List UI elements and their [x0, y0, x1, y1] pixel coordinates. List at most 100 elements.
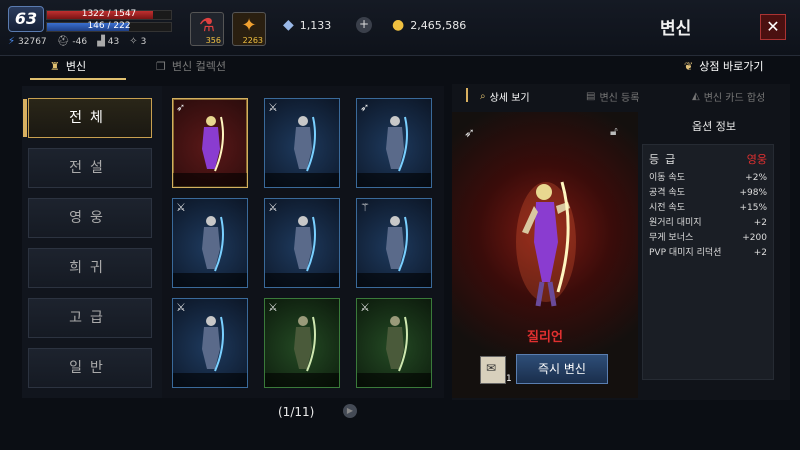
- option-label: PVP 대미지 리덕션: [649, 248, 722, 258]
- crystal-amount: 1,133: [299, 18, 332, 32]
- add-currency-button[interactable]: +: [356, 17, 372, 33]
- transform-card[interactable]: ⚔: [264, 98, 340, 188]
- category-legend[interactable]: 전설: [28, 148, 152, 188]
- tab-detail-view[interactable]: ⌕ 상세 보기: [466, 88, 530, 104]
- hp-bar: 1322 / 1547: [46, 9, 172, 20]
- scroll-icon: ✉: [486, 361, 497, 375]
- option-row: 시전 속도 +15%: [649, 201, 767, 216]
- sword-icon: ⚔: [176, 201, 186, 214]
- category-all[interactable]: 전체: [23, 98, 152, 138]
- close-button[interactable]: ✕: [760, 14, 786, 40]
- tab-collection[interactable]: ❐ 변신 컬렉션: [156, 58, 226, 74]
- option-label: 무게 보너스: [649, 233, 694, 243]
- sword-icon: ⚔: [360, 301, 370, 314]
- grade-label: 등급: [649, 153, 682, 166]
- category-hero[interactable]: 영웅: [28, 198, 152, 238]
- gold-amount: 2,465,586: [410, 18, 467, 32]
- hp-text: 1322 / 1547: [81, 9, 137, 19]
- tab-transform[interactable]: ♜ 변신: [29, 58, 127, 80]
- option-row: 이동 속도 +2%: [649, 171, 767, 186]
- category-list: 전체 전설 영웅 희귀 고급 일반: [22, 86, 162, 398]
- tab-row: ♜ 변신 ❐ 변신 컬렉션 ❦ 상점 바로가기: [0, 56, 800, 80]
- shop-shortcut-label: 상점 바로가기: [699, 60, 764, 73]
- option-label: 시전 속도: [649, 203, 685, 213]
- option-label: 원거리 대미지: [649, 218, 702, 228]
- transform-card[interactable]: ⚔: [172, 298, 248, 388]
- option-value: +2: [753, 218, 767, 228]
- tab-card-combine[interactable]: ◭ 변신 카드 합성: [692, 89, 765, 104]
- lock-icon[interactable]: 🔓︎: [610, 124, 618, 139]
- stats-row: ⚡ 32767 ⛑ -46 ▟ 43 ✧ 3: [8, 36, 146, 47]
- page-title: 변신: [660, 19, 692, 39]
- stat-power-value: 32767: [18, 36, 47, 47]
- transform-card[interactable]: ⚔: [356, 298, 432, 388]
- transform-card[interactable]: ⚔: [172, 198, 248, 288]
- boot-icon: ▟: [97, 36, 105, 47]
- stat-ac-value: -46: [72, 36, 88, 47]
- card-shade: [173, 273, 247, 287]
- option-row: 무게 보너스 +200: [649, 231, 767, 246]
- power-icon: ⚡: [8, 36, 16, 47]
- transform-card[interactable]: ➶: [172, 98, 248, 188]
- category-rare[interactable]: 희귀: [28, 248, 152, 288]
- mp-text: 146 / 222: [87, 21, 131, 31]
- card-shade: [357, 173, 431, 187]
- sword-icon: ⚔: [268, 301, 278, 314]
- tab-detail-view-label: 상세 보기: [489, 93, 530, 104]
- card-shade: [265, 273, 339, 287]
- card-shade: [357, 373, 431, 387]
- option-value: +98%: [739, 188, 767, 198]
- transform-card[interactable]: ⚔: [264, 198, 340, 288]
- tab-transform-register[interactable]: ▤ 변신 등록: [586, 89, 639, 104]
- transform-card[interactable]: ⚔: [264, 298, 340, 388]
- transform-card[interactable]: ⚚: [356, 198, 432, 288]
- character-figure: [202, 116, 224, 172]
- grade-row: 등급 영웅: [649, 149, 767, 171]
- crystal-icon: ◆: [283, 17, 294, 33]
- shop-shortcut-button[interactable]: ❦ 상점 바로가기: [684, 58, 763, 74]
- crystal-currency: ◆ 1,133: [283, 17, 331, 33]
- category-advanced[interactable]: 고급: [28, 298, 152, 338]
- bow-icon: ➶: [176, 101, 186, 114]
- tab-register-label: 변신 등록: [599, 93, 640, 104]
- stat-ac: ⛑ -46: [57, 36, 87, 47]
- card-shade: [173, 373, 247, 387]
- magnifier-icon: ⌕: [480, 91, 486, 102]
- character-preview: ➶ 🔓︎ 질리언 ✉ 1 즉시 변신: [452, 112, 638, 398]
- option-row: 공격 속도 +98%: [649, 186, 767, 201]
- sword-icon: ⚔: [268, 101, 278, 114]
- wing-icon: ✧: [129, 36, 138, 47]
- sword-icon: ⚔: [268, 201, 278, 214]
- bow-icon: ➶: [360, 101, 370, 114]
- transform-card[interactable]: ➶: [356, 98, 432, 188]
- option-value: +15%: [739, 203, 767, 213]
- stat-speed-value: 43: [107, 36, 120, 47]
- gold-item-slot[interactable]: ✦ 2263: [232, 12, 266, 46]
- top-hud: 63 1322 / 1547 146 / 222 ⚡ 32767 ⛑ -46 ▟…: [0, 0, 800, 56]
- bow-icon: ➶: [464, 126, 475, 141]
- page-indicator: (1/11): [278, 405, 315, 419]
- character-name: 질리언: [527, 330, 563, 345]
- character-figure: [386, 216, 408, 272]
- instant-transform-button[interactable]: 즉시 변신: [516, 354, 608, 384]
- card-count: 1: [506, 374, 512, 384]
- red-potion-slot[interactable]: ⚗ 356: [190, 12, 224, 46]
- option-row: PVP 대미지 리덕션 +2: [649, 246, 767, 261]
- options-panel: 등급 영웅 이동 속도 +2% 공격 속도 +98% 시전 속도 +15% 원거리 대미지 +…: [642, 144, 774, 380]
- option-row: 원거리 대미지 +2: [649, 216, 767, 231]
- character-figure: [294, 116, 316, 172]
- tab-card-combine-label: 변신 카드 합성: [703, 93, 766, 104]
- potion-icon: ⚗: [198, 15, 216, 36]
- combine-icon: ◭: [692, 91, 700, 102]
- character-figure: [202, 216, 224, 272]
- character-figure: [516, 181, 576, 307]
- sword-icon: ⚔: [176, 301, 186, 314]
- category-normal[interactable]: 일반: [28, 348, 152, 388]
- option-label: 이동 속도: [649, 173, 685, 183]
- tab-collection-label: 변신 컬렉션: [171, 60, 226, 73]
- next-page-button[interactable]: ▶: [343, 404, 357, 418]
- coin-icon: ●: [392, 17, 405, 33]
- grade-value: 영웅: [746, 153, 767, 166]
- transform-card-item[interactable]: ✉: [480, 356, 506, 384]
- character-figure: [294, 316, 316, 372]
